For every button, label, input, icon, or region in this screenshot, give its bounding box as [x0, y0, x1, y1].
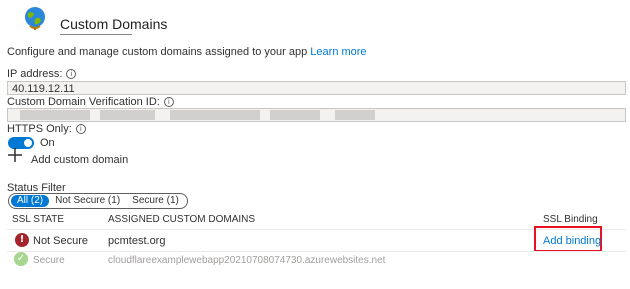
row-ssl-state: Not Secure — [33, 235, 89, 247]
learn-more-link[interactable]: Learn more — [310, 46, 366, 58]
checkmark-icon: ✓ — [14, 252, 28, 266]
filter-secure[interactable]: Secure (1) — [126, 195, 185, 207]
toggle-knob — [24, 139, 32, 147]
column-header-domains: ASSIGNED CUSTOM DOMAINS — [108, 214, 256, 225]
info-icon[interactable]: i — [163, 97, 174, 107]
ip-address-field[interactable]: 40.119.12.11 — [7, 81, 626, 95]
filter-not-secure[interactable]: Not Secure (1) — [49, 195, 126, 207]
plus-icon[interactable] — [8, 148, 22, 162]
https-only-label-text: HTTPS Only: — [7, 123, 72, 135]
add-binding-link[interactable]: Add binding — [543, 235, 601, 247]
filter-all[interactable]: All (2) — [11, 195, 50, 207]
row-domain: cloudflareexamplewebapp20210708074730.az… — [108, 255, 386, 266]
https-only-label: HTTPS Only: i — [7, 123, 86, 135]
row-domain: pcmtest.org — [108, 235, 166, 247]
redacted-value — [170, 110, 260, 120]
row-ssl-state: Secure — [33, 255, 65, 266]
page-description: Configure and manage custom domains assi… — [7, 46, 367, 58]
column-header-ssl-binding: SSL Binding — [543, 214, 598, 225]
redacted-value — [335, 110, 375, 120]
ip-address-label: IP address: i — [7, 68, 77, 80]
redacted-value — [270, 110, 320, 120]
info-icon[interactable]: i — [75, 124, 86, 134]
verification-id-label-text: Custom Domain Verification ID: — [7, 96, 160, 108]
column-header-ssl-state: SSL STATE — [12, 214, 65, 225]
redacted-value — [20, 110, 90, 120]
globe-icon — [25, 7, 45, 30]
verification-id-label: Custom Domain Verification ID: i — [7, 96, 174, 108]
error-icon: ! — [15, 233, 29, 247]
status-filter: All (2) Not Secure (1) Secure (1) — [8, 193, 188, 209]
info-icon[interactable]: i — [66, 69, 77, 79]
description-text: Configure and manage custom domains assi… — [7, 46, 311, 58]
redacted-value — [100, 110, 155, 120]
add-custom-domain-button[interactable]: Add custom domain — [31, 154, 128, 166]
title-underline — [60, 34, 132, 35]
row-divider — [7, 251, 626, 252]
page-title: Custom Domains — [60, 16, 168, 32]
ip-address-label-text: IP address: — [7, 68, 63, 80]
https-only-state: On — [40, 137, 55, 149]
